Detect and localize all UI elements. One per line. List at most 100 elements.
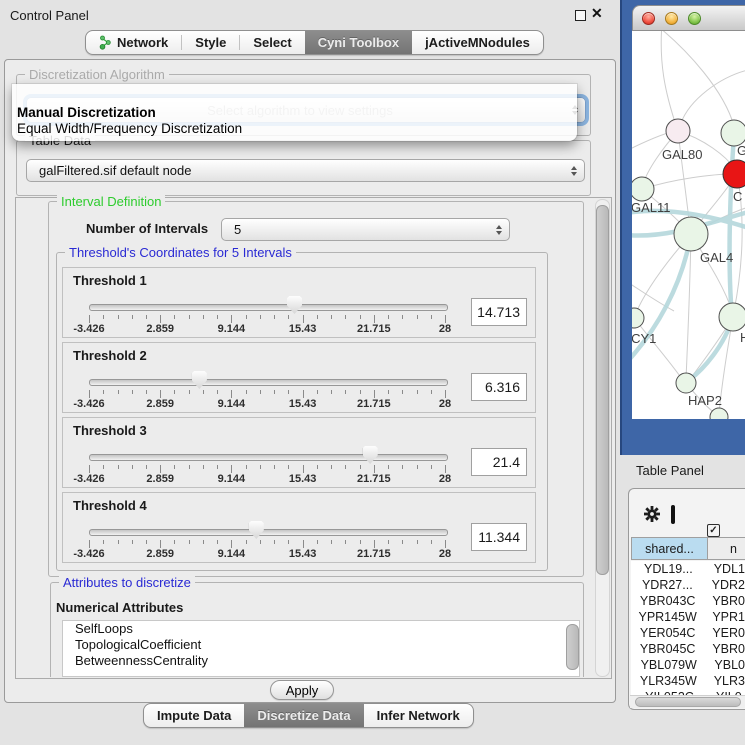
slider-tick: [274, 315, 275, 319]
slider-tick: [118, 390, 119, 394]
slider-tick: [374, 540, 375, 548]
table-row[interactable]: YBL079WYBL0: [631, 657, 745, 673]
apply-button[interactable]: Apply: [270, 680, 334, 700]
checkbox-checked-icon[interactable]: [707, 524, 720, 537]
combo-arrows-icon: [571, 166, 577, 176]
slider-tick: [331, 315, 332, 319]
threshold-value-field[interactable]: 6.316: [471, 373, 527, 401]
slider-scale-label: 2.859: [146, 548, 174, 560]
discretization-algorithm-title: Discretization Algorithm: [25, 67, 169, 82]
slider-tick: [231, 465, 232, 473]
float-window-icon[interactable]: [575, 10, 586, 21]
vertical-scrollbar-thumb[interactable]: [596, 205, 609, 575]
table-row[interactable]: YBR043CYBR0: [631, 593, 745, 609]
tab-network[interactable]: Network: [86, 31, 181, 54]
table-row[interactable]: YLR345WYLR3: [631, 673, 745, 689]
tab-jactivemnodules[interactable]: jActiveMNodules: [412, 31, 543, 54]
slider-track[interactable]: [89, 529, 448, 536]
column-header-shared-name[interactable]: shared...: [631, 537, 708, 560]
threshold-label: Threshold 4: [73, 498, 147, 513]
slider-tick: [360, 465, 361, 469]
slider-tick: [374, 465, 375, 473]
slider-tick: [146, 390, 147, 394]
slider-tick: [231, 315, 232, 323]
table-row[interactable]: YPR145WYPR1: [631, 609, 745, 625]
table-data-combobox-value: galFiltered.sif default node: [39, 163, 191, 178]
close-traffic-light-icon[interactable]: [642, 12, 655, 25]
horizontal-scrollbar-thumb[interactable]: [635, 697, 741, 707]
tab-impute-data[interactable]: Impute Data: [144, 704, 244, 727]
threshold-value-field[interactable]: 14.713: [471, 298, 527, 326]
slider-thumb[interactable]: [249, 521, 264, 539]
slider-scale-label: 28: [439, 548, 451, 560]
popup-item-equal-width-frequency[interactable]: Equal Width/Frequency Discretization: [15, 121, 574, 136]
slider-tick: [303, 540, 304, 548]
slider-tick: [388, 390, 389, 394]
interval-definition-title: Interval Definition: [57, 194, 165, 209]
table-row[interactable]: YER054CYER0: [631, 625, 745, 641]
gear-icon[interactable]: [643, 505, 661, 526]
zoom-traffic-light-icon[interactable]: [688, 12, 701, 25]
slider-tick: [160, 540, 161, 548]
network-window-titlebar[interactable]: [632, 5, 745, 31]
slider-scale-label: 21.715: [357, 548, 391, 560]
threshold-panel-4: Threshold 4-3.4262.8599.14415.4321.71528…: [62, 492, 536, 563]
combo-arrows-icon: [496, 225, 502, 235]
table-row[interactable]: YDR27...YDR2: [631, 577, 745, 593]
tab-discretize-data[interactable]: Discretize Data: [244, 704, 363, 727]
slider-thumb[interactable]: [287, 296, 302, 314]
slider-tick: [388, 465, 389, 469]
slider-tick: [118, 465, 119, 469]
slider-thumb[interactable]: [192, 371, 207, 389]
number-of-intervals-combobox[interactable]: 5: [221, 218, 510, 241]
slider-scale-label: 15.43: [289, 398, 317, 410]
node-label-hap2: HAP2: [688, 393, 722, 408]
tab-select[interactable]: Select: [240, 31, 304, 54]
network-view-canvas[interactable]: GAL80GACGAL11GAL4GCY1HHAP2: [632, 31, 745, 419]
minimize-traffic-light-icon[interactable]: [665, 12, 678, 25]
columns-icon[interactable]: [671, 505, 675, 524]
table-data-combobox[interactable]: galFiltered.sif default node: [26, 159, 585, 182]
attribute-list-item[interactable]: BetweennessCentrality: [63, 653, 579, 669]
popup-item-manual-discretization[interactable]: Manual Discretization: [15, 105, 574, 120]
slider-tick: [260, 465, 261, 469]
numerical-attributes-list[interactable]: SelfLoopsTopologicalCoefficientBetweenne…: [62, 620, 580, 677]
slider-scale-label: -3.426: [73, 548, 104, 560]
slider-tick: [360, 315, 361, 319]
node-label-c: C: [733, 189, 742, 204]
node-label-ga: GA: [737, 143, 745, 158]
slider-tick: [103, 465, 104, 469]
attributes-list-scrollbar-thumb[interactable]: [566, 624, 579, 670]
close-icon[interactable]: ✕: [591, 5, 603, 22]
threshold-value-field[interactable]: 21.4: [471, 448, 527, 476]
slider-tick: [103, 540, 104, 544]
slider-tick: [331, 465, 332, 469]
table-row[interactable]: YDL19...YDL1: [631, 561, 745, 577]
threshold-value-field[interactable]: 11.344: [471, 523, 527, 551]
threshold-panel-2: Threshold 2-3.4262.8599.14415.4321.71528…: [62, 342, 536, 413]
slider-track[interactable]: [89, 379, 448, 386]
slider-thumb[interactable]: [363, 446, 378, 464]
slider-scale-label: -3.426: [73, 473, 104, 485]
slider-track[interactable]: [89, 454, 448, 461]
column-header-name[interactable]: n: [707, 537, 745, 560]
slider-tick: [231, 540, 232, 548]
node-label-gal80: GAL80: [662, 147, 702, 162]
tab-style[interactable]: Style: [182, 31, 239, 54]
tab-cyni-toolbox[interactable]: Cyni Toolbox: [305, 31, 412, 54]
slider-scale-label: 21.715: [357, 323, 391, 335]
attributes-group-title: Attributes to discretize: [59, 575, 195, 590]
slider-scale-label: 15.43: [289, 473, 317, 485]
slider-tick: [89, 540, 90, 548]
slider-tick: [174, 315, 175, 319]
slider-tick: [317, 390, 318, 394]
slider-tick: [103, 390, 104, 394]
attribute-list-item[interactable]: SelfLoops: [63, 621, 579, 637]
tab-infer-network[interactable]: Infer Network: [364, 704, 473, 727]
table-row[interactable]: YBR045CYBR0: [631, 641, 745, 657]
slider-tick: [89, 390, 90, 398]
table-rows[interactable]: YDL19...YDL1YDR27...YDR2YBR043CYBR0YPR14…: [631, 561, 745, 695]
slider-track[interactable]: [89, 304, 448, 311]
attribute-list-item[interactable]: TopologicalCoefficient: [63, 637, 579, 653]
threshold-panel-1: Threshold 1-3.4262.8599.14415.4321.71528…: [62, 267, 536, 338]
